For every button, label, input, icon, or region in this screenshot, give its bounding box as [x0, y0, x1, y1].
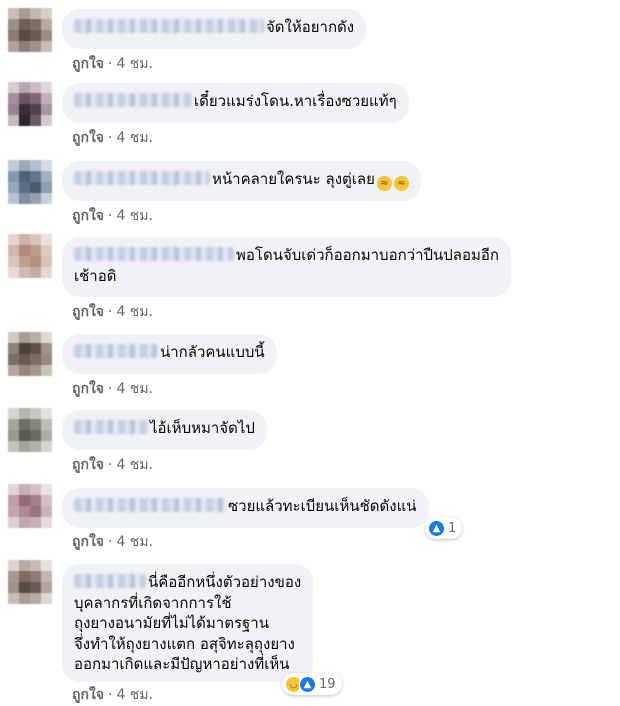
separator: ·: [108, 534, 113, 550]
comment-bubble: หน้าคลายใครนะ ลุงตู่เลย ≈ ≈: [62, 161, 421, 201]
comment-bubble: จัดให้อยากดัง: [62, 9, 367, 49]
avatar[interactable]: [8, 484, 52, 528]
comment-text-line: นี่คืออีกหนึ่งตัวอย่างของ: [148, 573, 302, 591]
avatar[interactable]: [8, 408, 52, 452]
timestamp[interactable]: 4 ชม.: [116, 130, 153, 146]
avatar[interactable]: [8, 82, 52, 126]
like-button[interactable]: ถูกใจ: [72, 687, 104, 703]
avatar[interactable]: [8, 560, 52, 604]
avatar[interactable]: [8, 332, 52, 376]
comment-bubble: นี่คืออีกหนึ่งตัวอย่างของ บุคลากรที่เกิด…: [62, 564, 314, 682]
comment-text-line: บุคลากรที่เกิดจากการใช้: [74, 593, 232, 612]
comment-actions: ถูกใจ · 4 ชม.: [72, 53, 153, 75]
comment-bubble: ไอ้เห็บหมาจัดไป: [62, 410, 267, 450]
like-button[interactable]: ถูกใจ: [72, 56, 104, 72]
comment-text: หน้าคลายใครนะ ลุงตู่เลย: [212, 170, 375, 188]
reaction-total: 19: [319, 676, 336, 692]
comment-actions: ถูกใจ · 4 ชม.: [72, 205, 153, 227]
separator: ·: [108, 130, 113, 146]
comment-text: ซวยแล้วทะเบียนเห็นชัดดังแน่: [228, 497, 417, 515]
avatar[interactable]: [8, 160, 52, 204]
separator: ·: [108, 304, 113, 320]
comment-actions: ถูกใจ · 4 ชม.: [72, 378, 153, 400]
comment-actions: ถูกใจ · 4 ชม.: [72, 301, 153, 323]
comment-bubble: พอโดนจับเด่วก็ออกมาบอกว่าปืนปลอมอีก เช้า…: [62, 237, 511, 297]
commenter-name-redacted[interactable]: [74, 420, 148, 434]
like-button[interactable]: ถูกใจ: [72, 304, 104, 320]
comment-bubble: เดี๋ยวแมร่งโดน.หาเรื่องซวยแท้ๆ: [62, 83, 409, 123]
separator: ·: [108, 687, 113, 703]
commenter-name-redacted[interactable]: [74, 574, 146, 588]
reaction-count[interactable]: ▲ 1: [425, 517, 463, 539]
reaction-total: 1: [448, 520, 457, 536]
comment-actions: ถูกใจ · 4 ชม.: [72, 127, 153, 149]
comment-text-line: จึ่งทำให้ถุงยางแตก อสุจิทะลุถุงยาง: [74, 634, 295, 653]
separator: ·: [108, 208, 113, 224]
comments-page: { "comments": [ {"text": "จัดให้อยากดัง"…: [0, 0, 620, 706]
commenter-name-redacted[interactable]: [74, 171, 210, 185]
comment-actions: ถูกใจ · 4 ชม.: [72, 531, 153, 553]
like-button[interactable]: ถูกใจ: [72, 208, 104, 224]
separator: ·: [108, 457, 113, 473]
commenter-name-redacted[interactable]: [74, 344, 158, 358]
comment-bubble: ซวยแล้วทะเบียนเห็นชัดดังแน่: [62, 488, 429, 528]
timestamp[interactable]: 4 ชม.: [116, 56, 153, 72]
avatar[interactable]: [8, 234, 52, 278]
commenter-name-redacted[interactable]: [74, 93, 192, 107]
comment-bubble: น่ากลัวคนแบบนี้: [62, 334, 277, 374]
like-reaction-icon: ▲: [299, 675, 316, 693]
commenter-name-redacted[interactable]: [74, 247, 234, 261]
like-button[interactable]: ถูกใจ: [72, 130, 104, 146]
separator: ·: [108, 56, 113, 72]
comment-text-line: ถุงยางอนามัยที่ไม่ได้มาตรฐาน: [74, 614, 269, 632]
timestamp[interactable]: 4 ชม.: [116, 208, 153, 224]
timestamp[interactable]: 4 ชม.: [116, 457, 153, 473]
commenter-name-redacted[interactable]: [74, 498, 226, 512]
rolling-laughing-emoji: ≈: [393, 176, 409, 191]
like-button[interactable]: ถูกใจ: [72, 457, 104, 473]
comment-actions: ถูกใจ · 4 ชม.: [72, 684, 153, 706]
comment-text-line: พอโดนจับเด่วก็ออกมาบอกว่าปืนปลอมอีก: [236, 246, 499, 264]
comment-text: เดี๋ยวแมร่งโดน.หาเรื่องซวยแท้ๆ: [194, 92, 397, 110]
comment-text-line: ออกมาเกิดและมีปัญหาอย่างที่เห็น: [74, 655, 290, 673]
like-button[interactable]: ถูกใจ: [72, 381, 104, 397]
separator: ·: [108, 381, 113, 397]
reaction-count[interactable]: ◡ ▲ 19: [282, 673, 342, 695]
commenter-name-redacted[interactable]: [74, 19, 264, 33]
like-button[interactable]: ถูกใจ: [72, 534, 104, 550]
timestamp[interactable]: 4 ชม.: [116, 687, 153, 703]
comment-text: จัดให้อยากดัง: [266, 18, 355, 36]
rolling-laughing-emoji: ≈: [376, 176, 392, 191]
comment-text-line: เช้าอดิ: [74, 267, 117, 285]
timestamp[interactable]: 4 ชม.: [116, 381, 153, 397]
avatar[interactable]: [8, 8, 52, 52]
comment-actions: ถูกใจ · 4 ชม.: [72, 454, 153, 476]
timestamp[interactable]: 4 ชม.: [116, 304, 153, 320]
comment-text: น่ากลัวคนแบบนี้: [160, 343, 265, 361]
timestamp[interactable]: 4 ชม.: [116, 534, 153, 550]
like-reaction-icon: ▲: [428, 519, 445, 537]
comment-text: ไอ้เห็บหมาจัดไป: [150, 419, 255, 437]
